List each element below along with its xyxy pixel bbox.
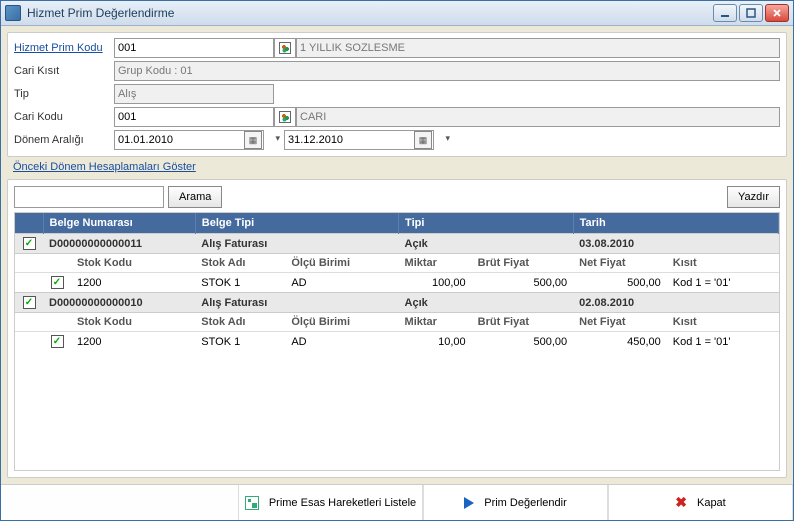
data-row[interactable]: ✓1200STOK 1AD100,00500,00500,00Kod 1 = '… [15, 273, 779, 293]
group-tarih: 03.08.2010 [573, 234, 778, 254]
group-belge-tipi: Alış Faturası [195, 293, 398, 313]
previous-calculations-link[interactable]: Önceki Dönem Hesaplamaları Göster [13, 161, 781, 173]
line-miktar: 100,00 [399, 273, 472, 293]
line-stok-kodu: 1200 [71, 332, 195, 352]
line-olcu: AD [285, 332, 398, 352]
col-tipi[interactable]: Tipi [399, 213, 574, 234]
sub-stok-adi: Stok Adı [195, 313, 285, 332]
sub-net: Net Fiyat [573, 254, 667, 273]
date-start-wrap: ▦ ▾ [114, 130, 264, 150]
listele-button[interactable]: Prime Esas Hareketleri Listele [238, 485, 423, 520]
cari-kodu-desc [296, 107, 780, 127]
sub-stok-adi: Stok Adı [195, 254, 285, 273]
label-cari-kisit: Cari Kısıt [14, 65, 114, 77]
grid-header-row: Belge Numarası Belge Tipi Tipi Tarih [15, 213, 779, 234]
line-net: 500,00 [573, 273, 667, 293]
line-kisit: Kod 1 = '01' [667, 332, 779, 352]
hizmet-prim-kodu-input[interactable] [114, 38, 274, 58]
hizmet-prim-kodu-lookup-icon[interactable] [274, 38, 296, 58]
line-stok-kodu: 1200 [71, 273, 195, 293]
line-stok-adi: STOK 1 [195, 332, 285, 352]
subheader-row: Stok KoduStok AdıÖlçü BirimiMiktarBrüt F… [15, 313, 779, 332]
group-checkbox[interactable]: ✓ [23, 237, 36, 250]
calendar-icon[interactable]: ▦ [414, 131, 432, 149]
degerlendir-label: Prim Değerlendir [484, 497, 567, 509]
date-end-wrap: ▦ ▾ [284, 130, 434, 150]
col-belge-tipi[interactable]: Belge Tipi [195, 213, 398, 234]
data-row[interactable]: ✓ 1200STOK 1AD10,00500,00450,00Kod 1 = '0… [15, 332, 779, 352]
degerlendir-button[interactable]: Prim Değerlendir [423, 485, 608, 520]
bottom-toolbar: Prime Esas Hareketleri Listele Prim Değe… [1, 484, 793, 520]
sub-kisit: Kısıt [667, 254, 779, 273]
line-brut: 500,00 [472, 332, 573, 352]
window-title: Hizmet Prim Değerlendirme [27, 6, 713, 20]
close-x-icon: ✖ [675, 494, 687, 511]
cari-kodu-input[interactable] [114, 107, 274, 127]
group-tipi: Açık [399, 293, 574, 313]
sub-brut: Brüt Fiyat [472, 254, 573, 273]
listele-label: Prime Esas Hareketleri Listele [269, 497, 416, 509]
date-start-input[interactable] [114, 130, 264, 150]
chevron-down-icon[interactable]: ▾ [445, 133, 450, 144]
group-tipi: Açık [399, 234, 574, 254]
sub-stok-kodu: Stok Kodu [71, 313, 195, 332]
col-belge-no[interactable]: Belge Numarası [43, 213, 195, 234]
sub-miktar: Miktar [399, 254, 472, 273]
sub-kisit: Kısıt [667, 313, 779, 332]
group-row[interactable]: ✓ D00000000000011Alış FaturasıAçık03.08.2… [15, 234, 779, 254]
group-row[interactable]: ✓ D00000000000010Alış FaturasıAçık02.08.2… [15, 293, 779, 313]
hizmet-prim-kodu-desc [296, 38, 780, 58]
print-button[interactable]: Yazdır [727, 186, 780, 208]
col-check[interactable] [15, 213, 43, 234]
line-miktar: 10,00 [399, 332, 472, 352]
grid-panel: Arama Yazdır Belge Numarası Belge Tipi T… [7, 179, 787, 478]
group-belge-no: D00000000000011 [43, 234, 195, 254]
col-tarih[interactable]: Tarih [573, 213, 778, 234]
label-tip: Tip [14, 88, 114, 100]
tip-input [114, 84, 274, 104]
line-checkbox[interactable]: ✓ [51, 276, 64, 289]
line-olcu: AD [285, 273, 398, 293]
data-grid: Belge Numarası Belge Tipi Tipi Tarih ✓ D0… [15, 213, 779, 351]
calendar-icon[interactable]: ▦ [244, 131, 262, 149]
tree-icon [245, 496, 259, 510]
group-checkbox[interactable]: ✓ [23, 296, 36, 309]
line-stok-adi: STOK 1 [195, 273, 285, 293]
subheader-row: Stok KoduStok AdıÖlçü BirimiMiktarBrüt F… [15, 254, 779, 273]
close-button[interactable] [765, 4, 789, 22]
cari-kisit-input [114, 61, 780, 81]
line-net: 450,00 [573, 332, 667, 352]
label-hizmet-prim-kodu[interactable]: Hizmet Prim Kodu [14, 42, 114, 54]
sub-olcu: Ölçü Birimi [285, 254, 398, 273]
window-controls [713, 4, 789, 22]
line-checkbox[interactable]: ✓ [51, 335, 64, 348]
minimize-button[interactable] [713, 4, 737, 22]
chevron-down-icon[interactable]: ▾ [275, 133, 280, 144]
search-button[interactable]: Arama [168, 186, 222, 208]
sub-miktar: Miktar [399, 313, 472, 332]
line-brut: 500,00 [472, 273, 573, 293]
maximize-button[interactable] [739, 4, 763, 22]
date-end-input[interactable] [284, 130, 434, 150]
app-icon [5, 5, 21, 21]
line-kisit: Kod 1 = '01' [667, 273, 779, 293]
main-window: Hizmet Prim Değerlendirme Hizmet Prim Ko… [0, 0, 794, 521]
group-belge-tipi: Alış Faturası [195, 234, 398, 254]
label-cari-kodu: Cari Kodu [14, 111, 114, 123]
kapat-label: Kapat [697, 497, 726, 509]
kapat-button[interactable]: ✖ Kapat [608, 485, 793, 520]
sub-net: Net Fiyat [573, 313, 667, 332]
grid-scroll[interactable]: Belge Numarası Belge Tipi Tipi Tarih ✓ D0… [14, 212, 780, 471]
label-donem: Dönem Aralığı [14, 134, 114, 146]
sub-brut: Brüt Fiyat [472, 313, 573, 332]
form-panel: Hizmet Prim Kodu Cari Kısıt Tip Cari Kod… [7, 32, 787, 157]
title-bar: Hizmet Prim Değerlendirme [1, 1, 793, 26]
group-tarih: 02.08.2010 [573, 293, 778, 313]
play-icon [464, 497, 474, 509]
cari-kodu-lookup-icon[interactable] [274, 107, 296, 127]
group-belge-no: D00000000000010 [43, 293, 195, 313]
search-input[interactable] [14, 186, 164, 208]
sub-olcu: Ölçü Birimi [285, 313, 398, 332]
sub-stok-kodu: Stok Kodu [71, 254, 195, 273]
